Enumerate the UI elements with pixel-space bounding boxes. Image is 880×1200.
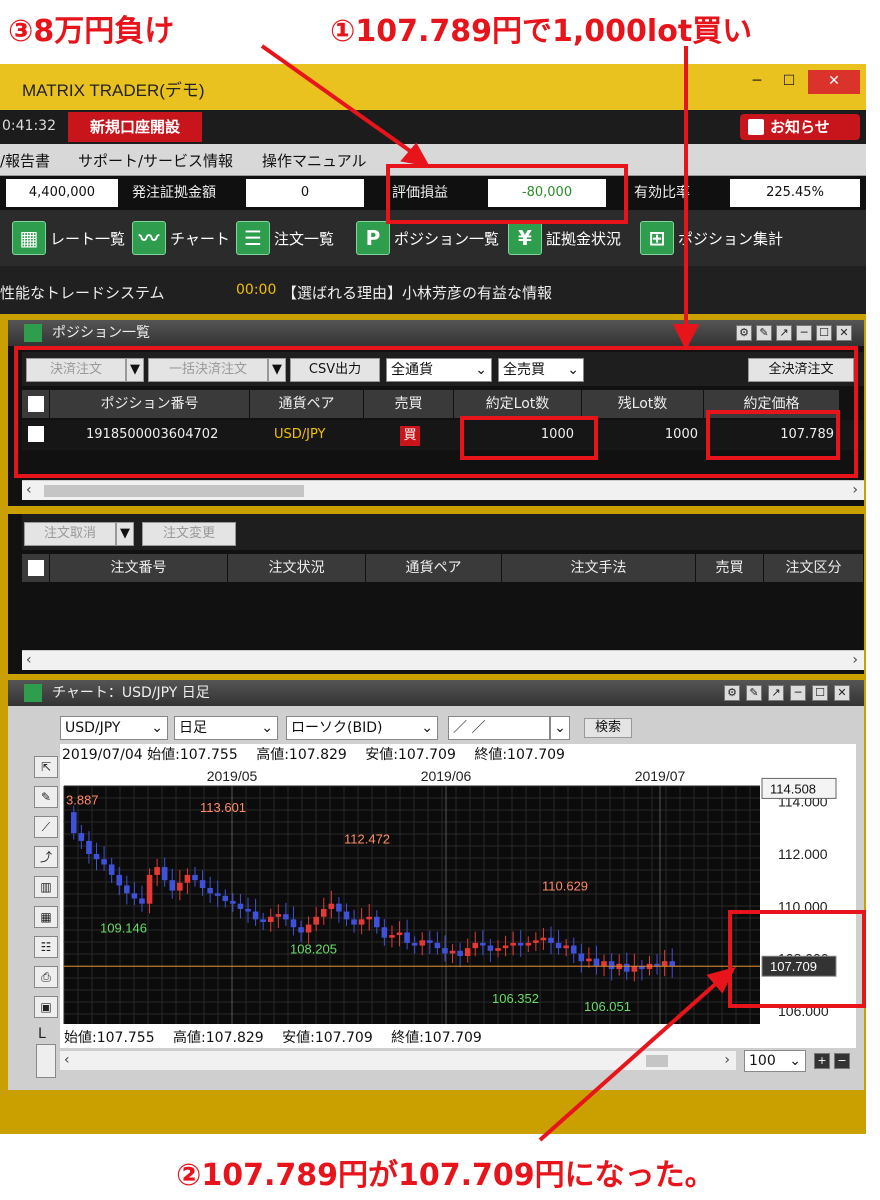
arrow-price (538, 978, 722, 1142)
arrow-loss (260, 44, 422, 160)
arrow-buy-head (672, 324, 700, 351)
annotation-price-change: ②107.789円が107.709円になった。 (176, 1158, 715, 1193)
annotation-arrows (260, 44, 736, 1142)
